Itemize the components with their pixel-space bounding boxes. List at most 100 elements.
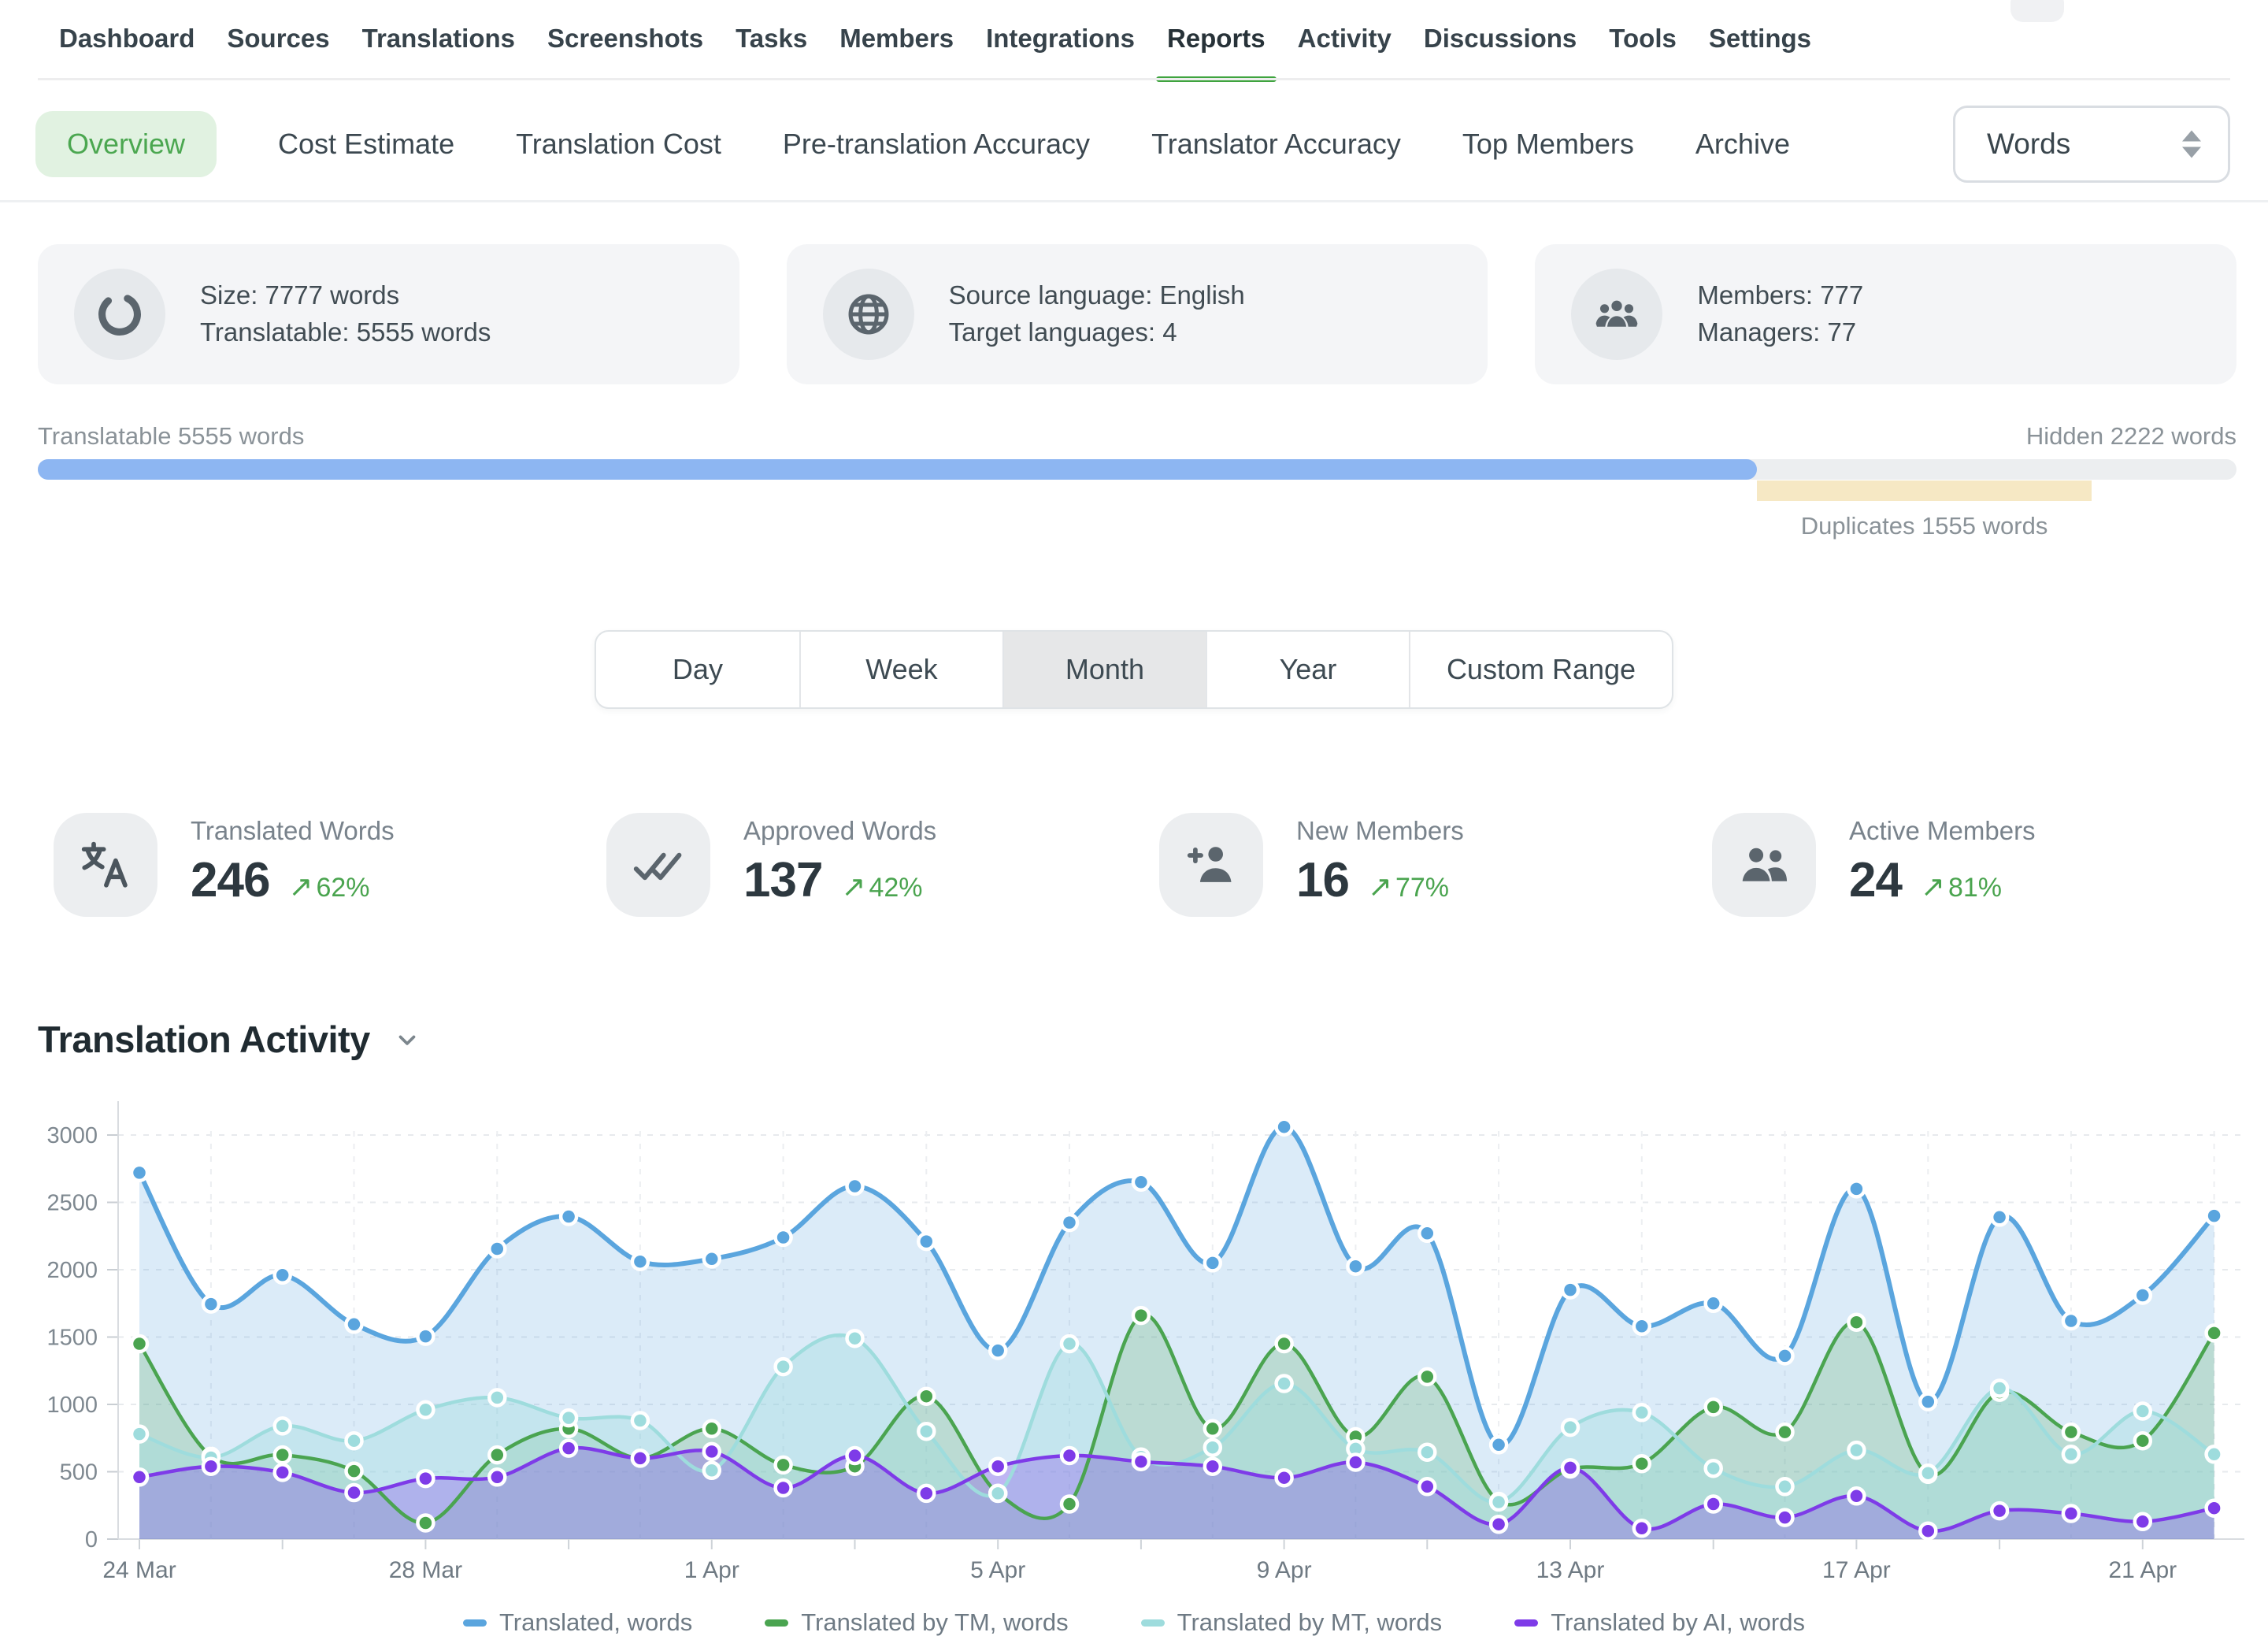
translate-icon bbox=[54, 813, 158, 917]
duplicates-label: Duplicates 1555 words bbox=[1801, 512, 2048, 540]
summary-card-text: Members: 777Managers: 77 bbox=[1697, 277, 1863, 351]
legend-label: Translated by AI, words bbox=[1551, 1608, 1805, 1637]
stat-body: Active Members24↗81% bbox=[1849, 813, 2036, 908]
stat-delta-value: 77% bbox=[1395, 873, 1449, 903]
stat-label: Translated Words bbox=[191, 816, 395, 846]
legend-swatch-icon bbox=[765, 1619, 788, 1627]
subnav-item-cost-estimate[interactable]: Cost Estimate bbox=[278, 128, 454, 161]
progress-ring-icon bbox=[74, 269, 165, 360]
stat-delta-value: 81% bbox=[1948, 873, 2002, 903]
range-tab-week[interactable]: Week bbox=[799, 632, 1002, 707]
svg-text:5 Apr: 5 Apr bbox=[970, 1557, 1025, 1583]
subnav-item-pre-translation-accuracy[interactable]: Pre-translation Accuracy bbox=[783, 128, 1090, 161]
nav-item-translations[interactable]: Translations bbox=[362, 24, 515, 79]
svg-text:21 Apr: 21 Apr bbox=[2108, 1557, 2177, 1583]
nav-divider bbox=[38, 78, 2230, 80]
translatable-progress-fill bbox=[38, 459, 1757, 480]
legend-item-2[interactable]: Translated by MT, words bbox=[1141, 1608, 1443, 1637]
nav-item-reports[interactable]: Reports bbox=[1167, 24, 1266, 79]
stat-value: 246 bbox=[191, 852, 269, 908]
summary-cards: Size: 7777 wordsTranslatable: 5555 words… bbox=[38, 244, 2236, 384]
stat-delta: ↗42% bbox=[841, 870, 922, 903]
activity-title: Translation Activity bbox=[38, 1018, 370, 1061]
stat-delta: ↗81% bbox=[1921, 870, 2002, 903]
nav-item-integrations[interactable]: Integrations bbox=[986, 24, 1135, 79]
globe-icon bbox=[823, 269, 914, 360]
translation-activity-chart: 05001000150020002500300024 Mar28 Mar1 Ap… bbox=[0, 1085, 2268, 1597]
nav-item-activity[interactable]: Activity bbox=[1298, 24, 1392, 79]
range-tab-custom-range[interactable]: Custom Range bbox=[1409, 632, 1672, 707]
range-tab-year[interactable]: Year bbox=[1206, 632, 1409, 707]
stat-value: 137 bbox=[743, 852, 822, 908]
activity-header: Translation Activity bbox=[38, 1018, 421, 1061]
nav-item-sources[interactable]: Sources bbox=[227, 24, 329, 79]
stat-body: New Members 16 ↗77% bbox=[1296, 813, 1464, 908]
stat-delta-value: 62% bbox=[316, 873, 369, 903]
trend-up-icon: ↗ bbox=[288, 870, 313, 903]
people-icon bbox=[1712, 813, 1816, 917]
trend-up-icon: ↗ bbox=[1368, 870, 1392, 903]
stat-delta: ↗77% bbox=[1368, 870, 1449, 903]
duplicates-bar bbox=[1757, 480, 2091, 501]
stat-delta: ↗62% bbox=[288, 870, 369, 903]
reports-subnav: Overview Cost Estimate Translation Cost Pre… bbox=[35, 88, 2230, 200]
summary-card-0: Size: 7777 wordsTranslatable: 5555 words bbox=[38, 244, 739, 384]
nav-item-tasks[interactable]: Tasks bbox=[736, 24, 807, 79]
partial-toolbar-button[interactable] bbox=[2010, 0, 2064, 22]
svg-text:17 Apr: 17 Apr bbox=[1822, 1557, 1891, 1583]
words-progress-bar bbox=[38, 459, 2236, 480]
translatable-label: Translatable 5555 words bbox=[38, 422, 304, 451]
svg-text:3000: 3000 bbox=[46, 1123, 98, 1148]
nav-item-members[interactable]: Members bbox=[839, 24, 954, 79]
svg-text:2500: 2500 bbox=[46, 1191, 98, 1216]
subnav-item-translator-accuracy[interactable]: Translator Accuracy bbox=[1151, 128, 1401, 161]
svg-text:0: 0 bbox=[85, 1527, 98, 1552]
stat-body: Translated Words 246 ↗62% bbox=[191, 813, 395, 908]
stat-label: Approved Words bbox=[743, 816, 936, 846]
trend-up-icon: ↗ bbox=[841, 870, 865, 903]
subnav-item-top-members[interactable]: Top Members bbox=[1462, 128, 1634, 161]
legend-swatch-icon bbox=[1514, 1619, 1538, 1627]
subnav-item-translation-cost[interactable]: Translation Cost bbox=[516, 128, 721, 161]
nav-item-screenshots[interactable]: Screenshots bbox=[547, 24, 703, 79]
stat-card-translated-words: Translated Words 246 ↗62% bbox=[54, 813, 606, 917]
summary-card-1: Source language: EnglishTarget languages… bbox=[787, 244, 1488, 384]
stat-cards: Translated Words246↗62%Approved Words137… bbox=[54, 813, 2265, 917]
subnav-divider bbox=[0, 200, 2268, 202]
subnav-item-archive[interactable]: Archive bbox=[1695, 128, 1790, 161]
stat-label: New Members bbox=[1296, 816, 1464, 846]
stat-card-new-members: New Members 16 ↗77% bbox=[1159, 813, 1712, 917]
nav-item-tools[interactable]: Tools bbox=[1609, 24, 1677, 79]
legend-item-1[interactable]: Translated by TM, words bbox=[765, 1608, 1068, 1637]
select-arrows-icon bbox=[2182, 131, 2201, 158]
summary-card-text: Source language: EnglishTarget languages… bbox=[949, 277, 1245, 351]
legend-item-3[interactable]: Translated by AI, words bbox=[1514, 1608, 1805, 1637]
summary-card-2: Members: 777Managers: 77 bbox=[1535, 244, 2236, 384]
svg-text:13 Apr: 13 Apr bbox=[1536, 1557, 1605, 1583]
svg-text:9 Apr: 9 Apr bbox=[1257, 1557, 1312, 1583]
stat-value: 16 bbox=[1296, 852, 1349, 908]
nav-item-settings[interactable]: Settings bbox=[1709, 24, 1811, 79]
legend-label: Translated by TM, words bbox=[801, 1608, 1068, 1637]
double-check-icon bbox=[606, 813, 710, 917]
stat-body: Approved Words 137 ↗42% bbox=[743, 813, 936, 908]
person-add-icon bbox=[1159, 813, 1263, 917]
range-tab-day[interactable]: Day bbox=[596, 632, 799, 707]
nav-item-dashboard[interactable]: Dashboard bbox=[59, 24, 195, 79]
legend-item-0[interactable]: Translated, words bbox=[463, 1608, 692, 1637]
range-tab-month[interactable]: Month bbox=[1002, 632, 1206, 707]
stat-card-approved-words: Approved Words 137 ↗42% bbox=[606, 813, 1159, 917]
legend-label: Translated, words bbox=[499, 1608, 692, 1637]
trend-up-icon: ↗ bbox=[1921, 870, 1945, 903]
svg-text:2000: 2000 bbox=[46, 1258, 98, 1283]
summary-card-text: Size: 7777 wordsTranslatable: 5555 words bbox=[200, 277, 491, 351]
svg-text:24 Mar: 24 Mar bbox=[102, 1557, 176, 1583]
team-icon bbox=[1571, 269, 1662, 360]
svg-text:1000: 1000 bbox=[46, 1393, 98, 1418]
unit-select[interactable]: Words bbox=[1953, 106, 2230, 183]
nav-item-discussions[interactable]: Discussions bbox=[1424, 24, 1577, 79]
date-range-tabs: DayWeekMonthYearCustom Range bbox=[595, 630, 1673, 709]
top-navigation: Dashboard Sources Translations Screenshots T… bbox=[0, 0, 2268, 80]
chevron-down-icon[interactable] bbox=[394, 1026, 421, 1053]
subnav-item-overview[interactable]: Overview bbox=[35, 111, 217, 177]
